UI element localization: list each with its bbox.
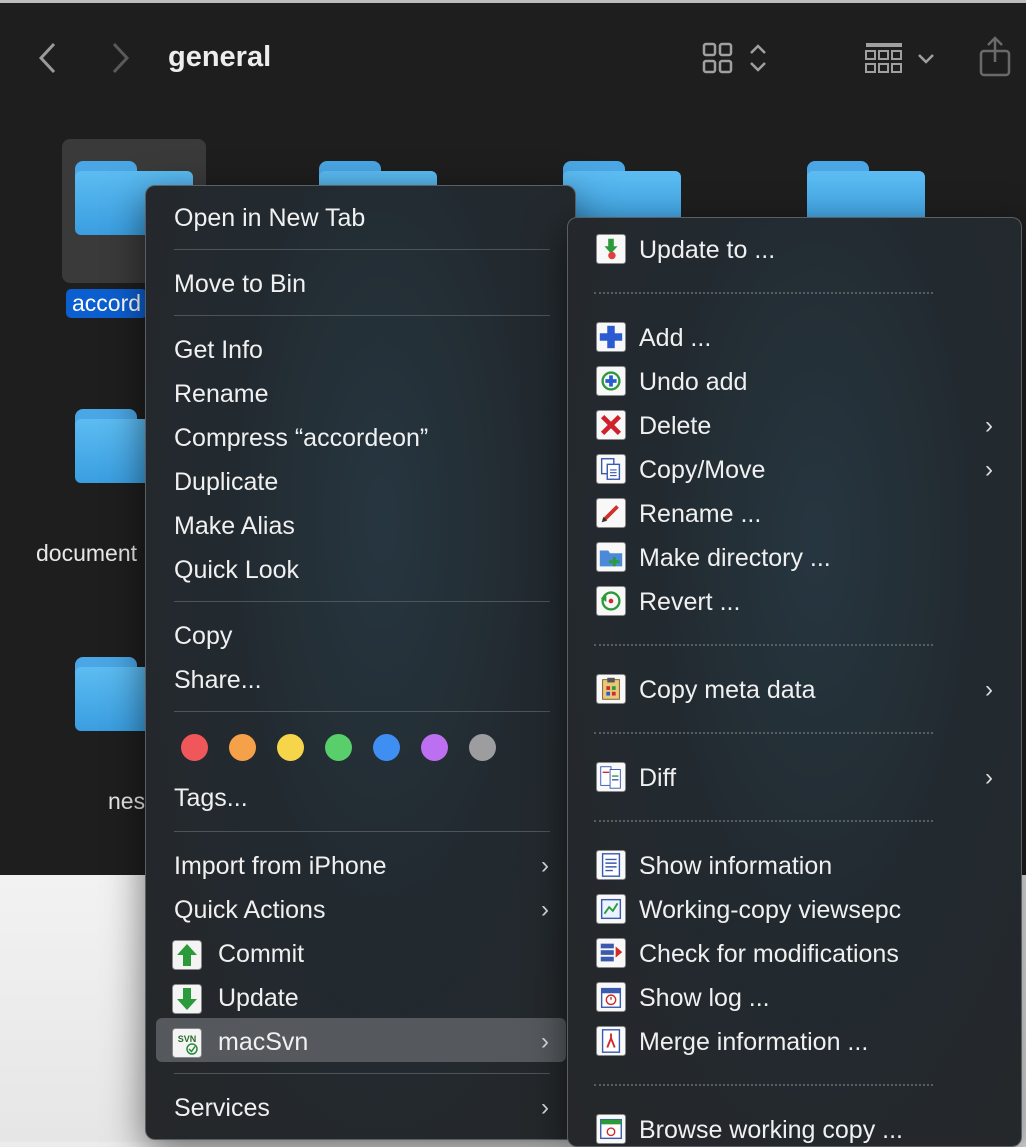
submenu-item-revert[interactable]: Revert ... (639, 582, 740, 622)
delete-x-icon (596, 410, 626, 440)
menu-item-macsvn[interactable]: SVN macSvn › (172, 1022, 559, 1062)
submenu-item-copy-move[interactable]: Copy/Move (639, 450, 765, 490)
menu-item-rename[interactable]: Rename (174, 374, 559, 414)
submenu-item-show-information[interactable]: Show information (639, 846, 832, 886)
menu-separator (174, 315, 550, 316)
context-menu: Open in New Tab Move to Bin Get Info Ren… (145, 185, 576, 1140)
chevron-right-icon[interactable] (108, 41, 132, 75)
chevron-right-icon: › (541, 1028, 549, 1055)
diff-icon (596, 762, 626, 792)
menu-separator (594, 820, 933, 822)
tag-orange-dot[interactable] (229, 734, 256, 761)
menu-item-tags[interactable]: Tags... (174, 778, 559, 818)
menu-separator (594, 644, 933, 646)
menu-item-open-new-tab[interactable]: Open in New Tab (174, 198, 559, 238)
tag-purple-dot[interactable] (421, 734, 448, 761)
chevron-right-icon: › (985, 412, 993, 439)
grid-view-icon[interactable] (702, 41, 774, 77)
file-label[interactable]: accord (66, 289, 148, 318)
menu-separator (594, 732, 933, 734)
add-plus-icon (596, 322, 626, 352)
menu-item-share[interactable]: Share... (174, 660, 559, 700)
menu-item-import-iphone[interactable]: Import from iPhone › (174, 846, 559, 886)
submenu-item-update-to[interactable]: Update to ... (639, 230, 775, 270)
make-directory-icon (596, 542, 626, 572)
tag-green-dot[interactable] (325, 734, 352, 761)
submenu-item-undo-add[interactable]: Undo add (639, 362, 747, 402)
tag-gray-dot[interactable] (469, 734, 496, 761)
menu-separator (174, 249, 550, 250)
menu-item-commit[interactable]: Commit (172, 934, 559, 974)
merge-information-icon (596, 1026, 626, 1056)
submenu-item-make-directory[interactable]: Make directory ... (639, 538, 831, 578)
chevron-right-icon: › (985, 456, 993, 483)
window-title: general (168, 41, 272, 73)
submenu-item-show-log[interactable]: Show log ... (639, 978, 770, 1018)
menu-item-quick-look[interactable]: Quick Look (174, 550, 559, 590)
macsvn-submenu: Update to ... Add ... Undo add Delete › … (567, 217, 1022, 1147)
commit-arrow-up-icon (172, 940, 202, 970)
svn-icon: SVN (172, 1028, 202, 1058)
menu-separator (594, 1084, 933, 1086)
chevron-right-icon: › (541, 896, 549, 923)
working-copy-icon (596, 894, 626, 924)
clipboard-meta-icon (596, 674, 626, 704)
menu-item-update[interactable]: Update (172, 978, 559, 1018)
submenu-item-rename[interactable]: Rename ... (639, 494, 761, 534)
menu-separator (594, 292, 933, 294)
group-by-icon[interactable] (864, 41, 938, 77)
menu-item-copy[interactable]: Copy (174, 616, 559, 656)
browse-working-copy-icon (596, 1114, 626, 1144)
tag-red-dot[interactable] (181, 734, 208, 761)
chevron-left-icon[interactable] (36, 41, 60, 75)
chevron-right-icon: › (985, 676, 993, 703)
menu-item-duplicate[interactable]: Duplicate (174, 462, 559, 502)
submenu-item-add[interactable]: Add ... (639, 318, 711, 358)
submenu-item-diff[interactable]: Diff (639, 758, 676, 798)
submenu-item-browse-working-copy[interactable]: Browse working copy ... (639, 1110, 903, 1146)
chevron-right-icon: › (541, 852, 549, 879)
update-arrow-down-icon (172, 984, 202, 1014)
tag-yellow-dot[interactable] (277, 734, 304, 761)
rename-pencil-icon (596, 498, 626, 528)
copy-move-icon (596, 454, 626, 484)
menu-separator (174, 1073, 550, 1074)
revert-icon (596, 586, 626, 616)
show-information-icon (596, 850, 626, 880)
svg-text:SVN: SVN (178, 1034, 197, 1044)
menu-item-make-alias[interactable]: Make Alias (174, 506, 559, 546)
menu-separator (174, 831, 550, 832)
chevron-right-icon: › (541, 1094, 549, 1121)
undo-add-icon (596, 366, 626, 396)
menu-separator (174, 711, 550, 712)
submenu-item-check-modifications[interactable]: Check for modifications (639, 934, 899, 974)
submenu-item-merge-information[interactable]: Merge information ... (639, 1022, 868, 1062)
share-icon[interactable] (978, 36, 1012, 78)
chevron-right-icon: › (985, 764, 993, 791)
update-to-icon (596, 234, 626, 264)
menu-item-compress[interactable]: Compress “accordeon” (174, 418, 559, 458)
menu-separator (174, 601, 550, 602)
menu-item-get-info[interactable]: Get Info (174, 330, 559, 370)
submenu-item-working-copy[interactable]: Working-copy viewsepc (639, 890, 901, 930)
check-modifications-icon (596, 938, 626, 968)
show-log-icon (596, 982, 626, 1012)
submenu-item-delete[interactable]: Delete (639, 406, 711, 446)
file-label[interactable]: document (36, 540, 137, 567)
menu-item-quick-actions[interactable]: Quick Actions › (174, 890, 559, 930)
file-label[interactable]: nes (108, 788, 145, 815)
submenu-item-copy-meta-data[interactable]: Copy meta data (639, 670, 816, 710)
tag-blue-dot[interactable] (373, 734, 400, 761)
menu-item-move-to-bin[interactable]: Move to Bin (174, 264, 559, 304)
menu-item-services[interactable]: Services › (174, 1088, 559, 1128)
